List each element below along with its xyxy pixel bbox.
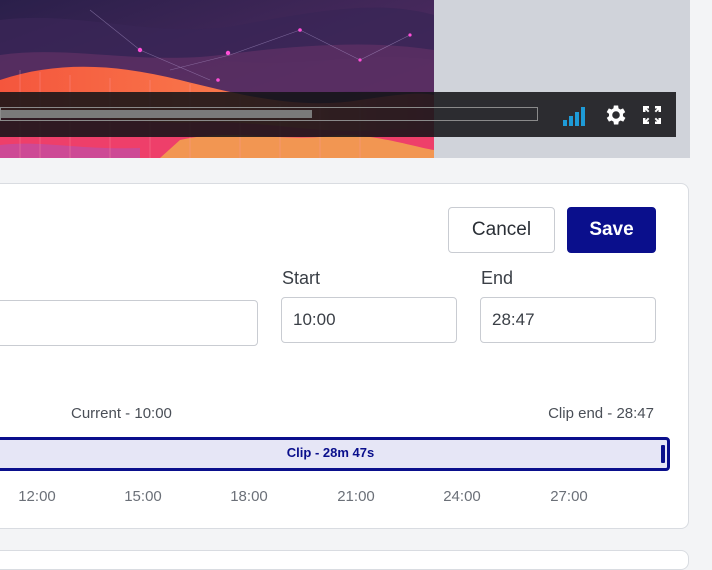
fullscreen-icon[interactable] xyxy=(640,102,666,128)
timeline-tick: 21:00 xyxy=(337,488,375,505)
seek-bar-progress xyxy=(1,110,312,118)
end-time-input[interactable] xyxy=(480,297,656,343)
timeline-tick: 12:00 xyxy=(18,488,56,505)
start-label: Start xyxy=(282,268,321,288)
timeline-tick: 18:00 xyxy=(230,488,268,505)
signal-bars-icon[interactable] xyxy=(560,102,586,128)
video-player[interactable] xyxy=(0,0,690,158)
gear-icon[interactable] xyxy=(603,102,629,128)
cancel-button[interactable]: Cancel xyxy=(448,207,555,253)
start-time-input[interactable] xyxy=(281,297,457,343)
current-time-caption: Current - 10:00 xyxy=(71,405,172,422)
save-button[interactable]: Save xyxy=(567,207,656,253)
seek-bar[interactable] xyxy=(0,107,538,121)
player-controls xyxy=(0,92,676,137)
timeline-tick: 27:00 xyxy=(550,488,588,505)
clip-editor-panel: Cancel Save Start End Current - 10:00 Cl… xyxy=(0,183,689,529)
clip-range-bar[interactable]: Clip - 28m 47s xyxy=(0,437,670,471)
clip-end-caption: Clip end - 28:47 xyxy=(548,405,654,422)
end-label: End xyxy=(481,268,514,288)
next-panel xyxy=(0,550,689,570)
timeline-tick: 15:00 xyxy=(124,488,162,505)
clip-end-handle[interactable] xyxy=(661,445,665,463)
clip-duration-label: Clip - 28m 47s xyxy=(286,445,375,460)
clip-title-input[interactable] xyxy=(0,300,258,346)
timeline-tick: 24:00 xyxy=(443,488,481,505)
